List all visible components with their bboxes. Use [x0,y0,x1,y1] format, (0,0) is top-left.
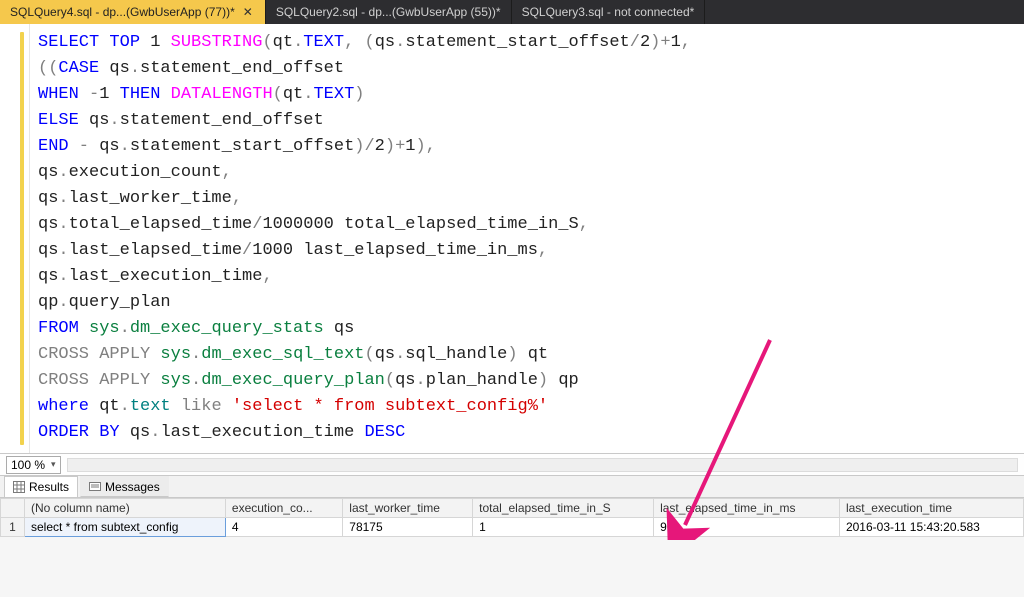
editor-gutter [0,24,30,453]
tab-sqlquery4[interactable]: SQLQuery4.sql - dp...(GwbUserApp (77))* … [0,0,266,24]
grid-cell[interactable]: 96 [654,518,840,537]
sql-editor[interactable]: SELECT TOP 1 SUBSTRING(qt.TEXT, (qs.stat… [0,24,1024,454]
tab-results[interactable]: Results [4,476,78,497]
code-area[interactable]: SELECT TOP 1 SUBSTRING(qt.TEXT, (qs.stat… [30,24,1024,453]
close-icon[interactable]: ✕ [241,6,255,18]
tab-label: Messages [105,480,160,494]
grid-cell[interactable]: 4 [225,518,342,537]
chevron-down-icon: ▾ [51,459,56,470]
col-header[interactable]: last_elapsed_time_in_ms [654,499,840,518]
tab-sqlquery3[interactable]: SQLQuery3.sql - not connected* [512,0,706,24]
col-header[interactable]: last_worker_time [343,499,473,518]
col-header[interactable]: last_execution_time [839,499,1023,518]
zoom-dropdown[interactable]: 100 % ▾ [6,456,61,474]
zoom-value: 100 % [11,458,45,472]
col-header[interactable]: execution_co... [225,499,342,518]
results-panel-tabs: Results Messages [0,476,1024,498]
results-grid-icon [13,481,25,493]
tab-label: SQLQuery3.sql - not connected* [522,5,695,19]
tab-sqlquery2[interactable]: SQLQuery2.sql - dp...(GwbUserApp (55))* [266,0,512,24]
tab-label: SQLQuery2.sql - dp...(GwbUserApp (55))* [276,5,501,19]
document-tabs: SQLQuery4.sql - dp...(GwbUserApp (77))* … [0,0,1024,24]
row-header-blank [1,499,25,518]
horizontal-scrollbar[interactable] [67,458,1018,472]
grid-cell[interactable]: 1 [473,518,654,537]
tab-label: SQLQuery4.sql - dp...(GwbUserApp (77))* [10,5,235,19]
zoom-bar: 100 % ▾ [0,454,1024,476]
tab-label: Results [29,480,69,494]
grid-header-row: (No column name) execution_co... last_wo… [1,499,1024,518]
col-header[interactable]: (No column name) [25,499,226,518]
messages-icon [89,481,101,493]
results-grid[interactable]: (No column name) execution_co... last_wo… [0,498,1024,537]
grid-row[interactable]: 1 select * from subtext_config 4 78175 1… [1,518,1024,537]
grid-cell[interactable]: select * from subtext_config [25,518,226,537]
grid-cell[interactable]: 78175 [343,518,473,537]
grid-cell[interactable]: 2016-03-11 15:43:20.583 [839,518,1023,537]
tab-messages[interactable]: Messages [80,476,169,497]
row-number[interactable]: 1 [1,518,25,537]
col-header[interactable]: total_elapsed_time_in_S [473,499,654,518]
